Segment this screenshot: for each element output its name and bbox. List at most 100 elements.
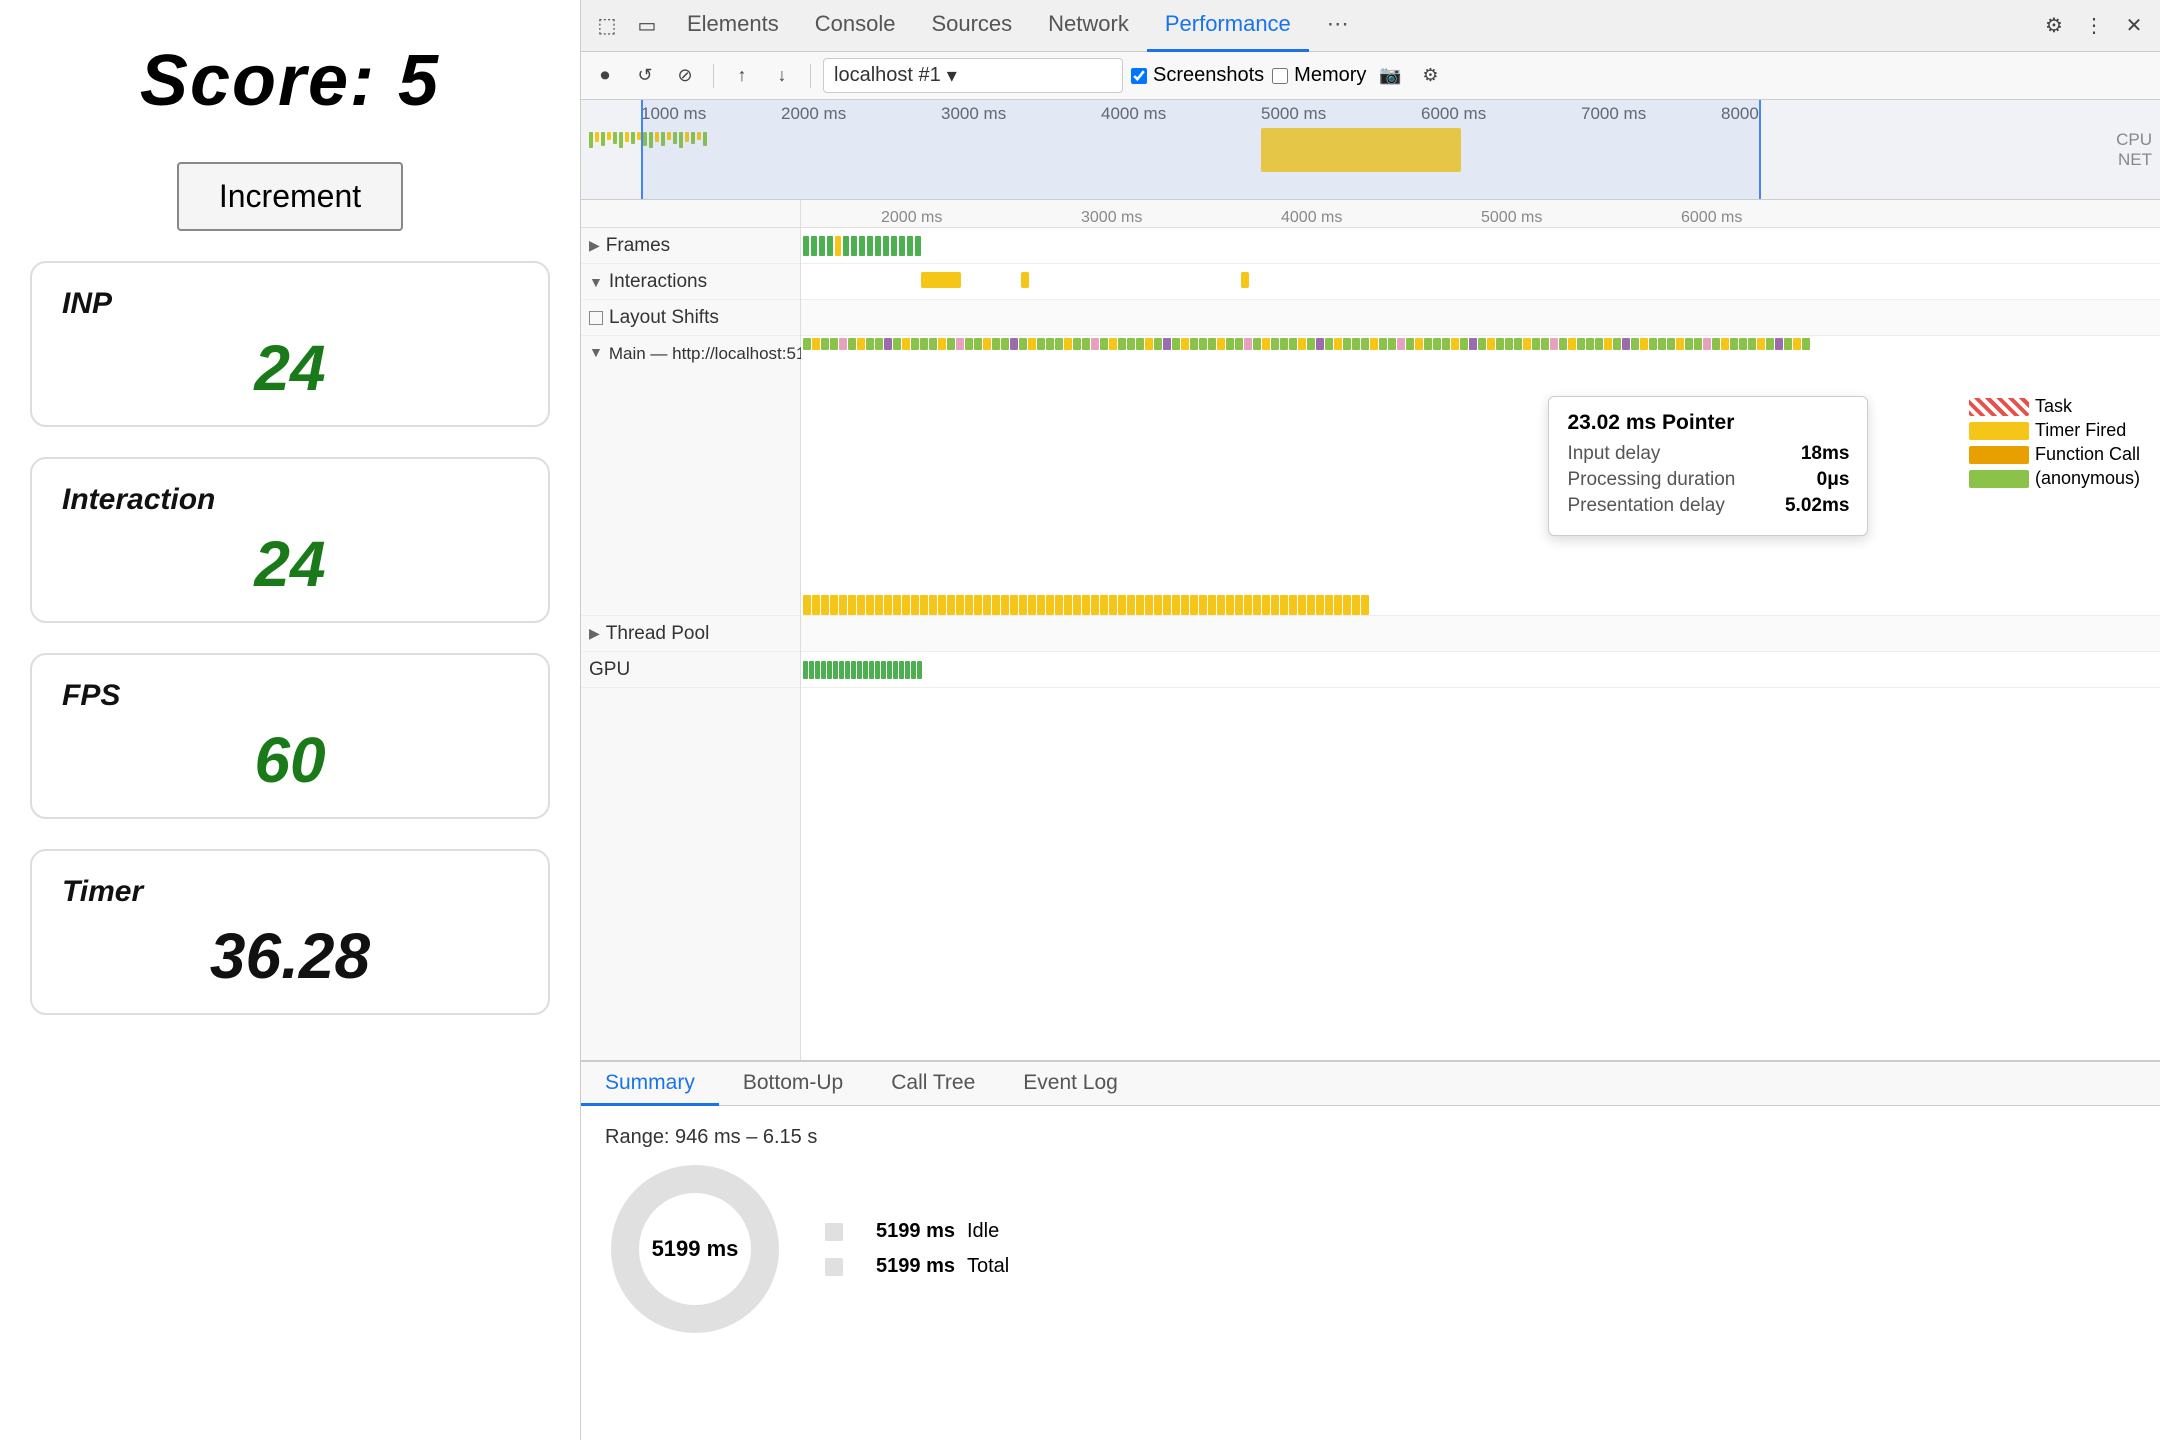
tooltip-type: Pointer (1662, 411, 1734, 434)
thread-pool-track (801, 616, 2160, 652)
inspect-icon-btn[interactable]: ⬚ (589, 8, 625, 44)
tab-sources[interactable]: Sources (913, 0, 1030, 52)
timeline-labels: ▶ Frames ▼ Interactions Layout Shifts ▼ … (581, 200, 801, 1060)
url-dropdown-icon[interactable]: ▾ (947, 63, 957, 88)
memory-checkbox-label[interactable]: Memory (1272, 64, 1366, 87)
device-icon-btn[interactable]: ▭ (629, 8, 665, 44)
legend-timer-fired: Timer Fired (1969, 420, 2140, 441)
tab-elements[interactable]: Elements (669, 0, 797, 52)
legend-task-label: Task (2035, 396, 2072, 417)
refresh-btn[interactable]: ↺ (629, 60, 661, 92)
record-btn[interactable]: ⏺ (589, 60, 621, 92)
memory-checkbox[interactable] (1272, 68, 1288, 84)
tooltip-processing-label: Processing duration (1567, 469, 1735, 491)
total-label: Total (967, 1255, 1009, 1278)
legend-timer-label: Timer Fired (2035, 420, 2126, 441)
clear-btn[interactable]: ⊘ (669, 60, 701, 92)
tooltip-processing: Processing duration 0μs (1567, 469, 1849, 491)
tl-ruler-spacer (581, 200, 800, 228)
interaction-bar-2 (1021, 272, 1029, 288)
idle-value: 5199 ms (855, 1220, 955, 1243)
main-arrow[interactable]: ▼ (589, 344, 603, 360)
tooltip-presentation: Presentation delay 5.02ms (1567, 495, 1849, 517)
interactions-label: Interactions (609, 271, 707, 293)
layout-shifts-checkbox[interactable] (589, 311, 603, 325)
idle-label: Idle (967, 1220, 999, 1243)
timeline-main: ▶ Frames ▼ Interactions Layout Shifts ▼ … (581, 200, 2160, 1060)
screenshots-checkbox-label[interactable]: Screenshots (1131, 64, 1264, 87)
timer-label: Timer (62, 875, 518, 909)
legend-task-swatch (1969, 398, 2029, 416)
devtools-bottom: Summary Bottom-Up Call Tree Event Log Ra… (581, 1060, 2160, 1440)
tooltip-input-delay-val: 18ms (1801, 443, 1850, 465)
devtools-panel: ⬚ ▭ Elements Console Sources Network Per… (580, 0, 2160, 1440)
tl-label-thread-pool: ▶ Thread Pool (581, 616, 800, 652)
screenshots-label: Screenshots (1153, 64, 1264, 87)
tab-network[interactable]: Network (1030, 0, 1147, 52)
inp-card: INP 24 (30, 261, 550, 427)
timer-card: Timer 36.28 (30, 849, 550, 1015)
gpu-label: GPU (589, 659, 630, 681)
increment-button[interactable]: Increment (177, 162, 403, 231)
download-btn[interactable]: ↓ (766, 60, 798, 92)
memory-label: Memory (1294, 64, 1366, 87)
legend-function-label: Function Call (2035, 444, 2140, 465)
total-value: 5199 ms (855, 1255, 955, 1278)
summary-body: 5199 ms 5199 ms Idle 5199 ms Total (605, 1159, 2136, 1339)
layout-shifts-track (801, 300, 2160, 336)
tab-performance[interactable]: Performance (1147, 0, 1309, 52)
detail-ruler-4000: 4000 ms (1281, 209, 1342, 227)
tab-more[interactable]: ⋯ (1309, 0, 1367, 52)
bottom-tab-bottom-up[interactable]: Bottom-Up (719, 1062, 867, 1106)
summary-total-row: 5199 ms Total (825, 1255, 1009, 1278)
thread-pool-arrow[interactable]: ▶ (589, 625, 600, 642)
detail-ruler-5000: 5000 ms (1481, 209, 1542, 227)
interaction-value: 24 (62, 527, 518, 601)
donut-center-label: 5199 ms (652, 1236, 739, 1262)
total-swatch (825, 1258, 843, 1276)
thread-pool-label: Thread Pool (606, 623, 710, 645)
capture-screenshot-btn[interactable]: 📷 (1374, 60, 1406, 92)
tl-label-interactions: ▼ Interactions (581, 264, 800, 300)
frames-track (801, 228, 2160, 264)
toolbar-separator-2 (810, 64, 811, 88)
tooltip-presentation-val: 5.02ms (1785, 495, 1849, 517)
interaction-card: Interaction 24 (30, 457, 550, 623)
tl-label-layout-shifts: Layout Shifts (581, 300, 800, 336)
timeline-overview: 1000 ms 2000 ms 3000 ms 4000 ms 5000 ms … (581, 100, 2160, 200)
bottom-tab-call-tree[interactable]: Call Tree (867, 1062, 999, 1106)
interactions-arrow[interactable]: ▼ (589, 274, 603, 290)
settings-icon-btn[interactable]: ⚙ (2036, 8, 2072, 44)
tooltip-title: 23.02 ms Pointer (1567, 411, 1849, 435)
tooltip-processing-val: 0μs (1817, 469, 1850, 491)
tooltip-input-delay-label: Input delay (1567, 443, 1660, 465)
legend-anonymous: (anonymous) (1969, 468, 2140, 489)
frames-arrow[interactable]: ▶ (589, 237, 600, 254)
tl-label-main: ▼ Main — http://localhost:5173/understan… (581, 336, 800, 616)
bottom-tabs: Summary Bottom-Up Call Tree Event Log (581, 1062, 2160, 1106)
legend-task: Task (1969, 396, 2140, 417)
url-text: localhost #1 (834, 64, 941, 87)
layout-shifts-label: Layout Shifts (609, 307, 719, 329)
legend-anonymous-label: (anonymous) (2035, 468, 2140, 489)
bottom-content: Range: 946 ms – 6.15 s 5199 ms 5199 ms I… (581, 1106, 2160, 1440)
close-devtools-btn[interactable]: ✕ (2116, 8, 2152, 44)
timeline-tracks: 2000 ms 3000 ms 4000 ms 5000 ms 6000 ms (801, 200, 2160, 1060)
interaction-bar-3 (1241, 272, 1249, 288)
detail-ruler-2000: 2000 ms (881, 209, 942, 227)
bottom-tab-event-log[interactable]: Event Log (999, 1062, 1142, 1106)
tooltip-presentation-label: Presentation delay (1567, 495, 1724, 517)
settings-toolbar-btn[interactable]: ⚙ (1414, 60, 1446, 92)
inp-value: 24 (62, 331, 518, 405)
tab-console[interactable]: Console (797, 0, 914, 52)
more-options-icon-btn[interactable]: ⋮ (2076, 8, 2112, 44)
donut-chart: 5199 ms (605, 1159, 785, 1339)
performance-tooltip: 23.02 ms Pointer Input delay 18ms Proces… (1548, 396, 1868, 536)
fps-label: FPS (62, 679, 518, 713)
left-panel: Score: 5 Increment INP 24 Interaction 24… (0, 0, 580, 1440)
detail-ruler-6000: 6000 ms (1681, 209, 1742, 227)
upload-btn[interactable]: ↑ (726, 60, 758, 92)
screenshots-checkbox[interactable] (1131, 68, 1147, 84)
bottom-tab-summary[interactable]: Summary (581, 1062, 719, 1106)
toolbar-separator-1 (713, 64, 714, 88)
